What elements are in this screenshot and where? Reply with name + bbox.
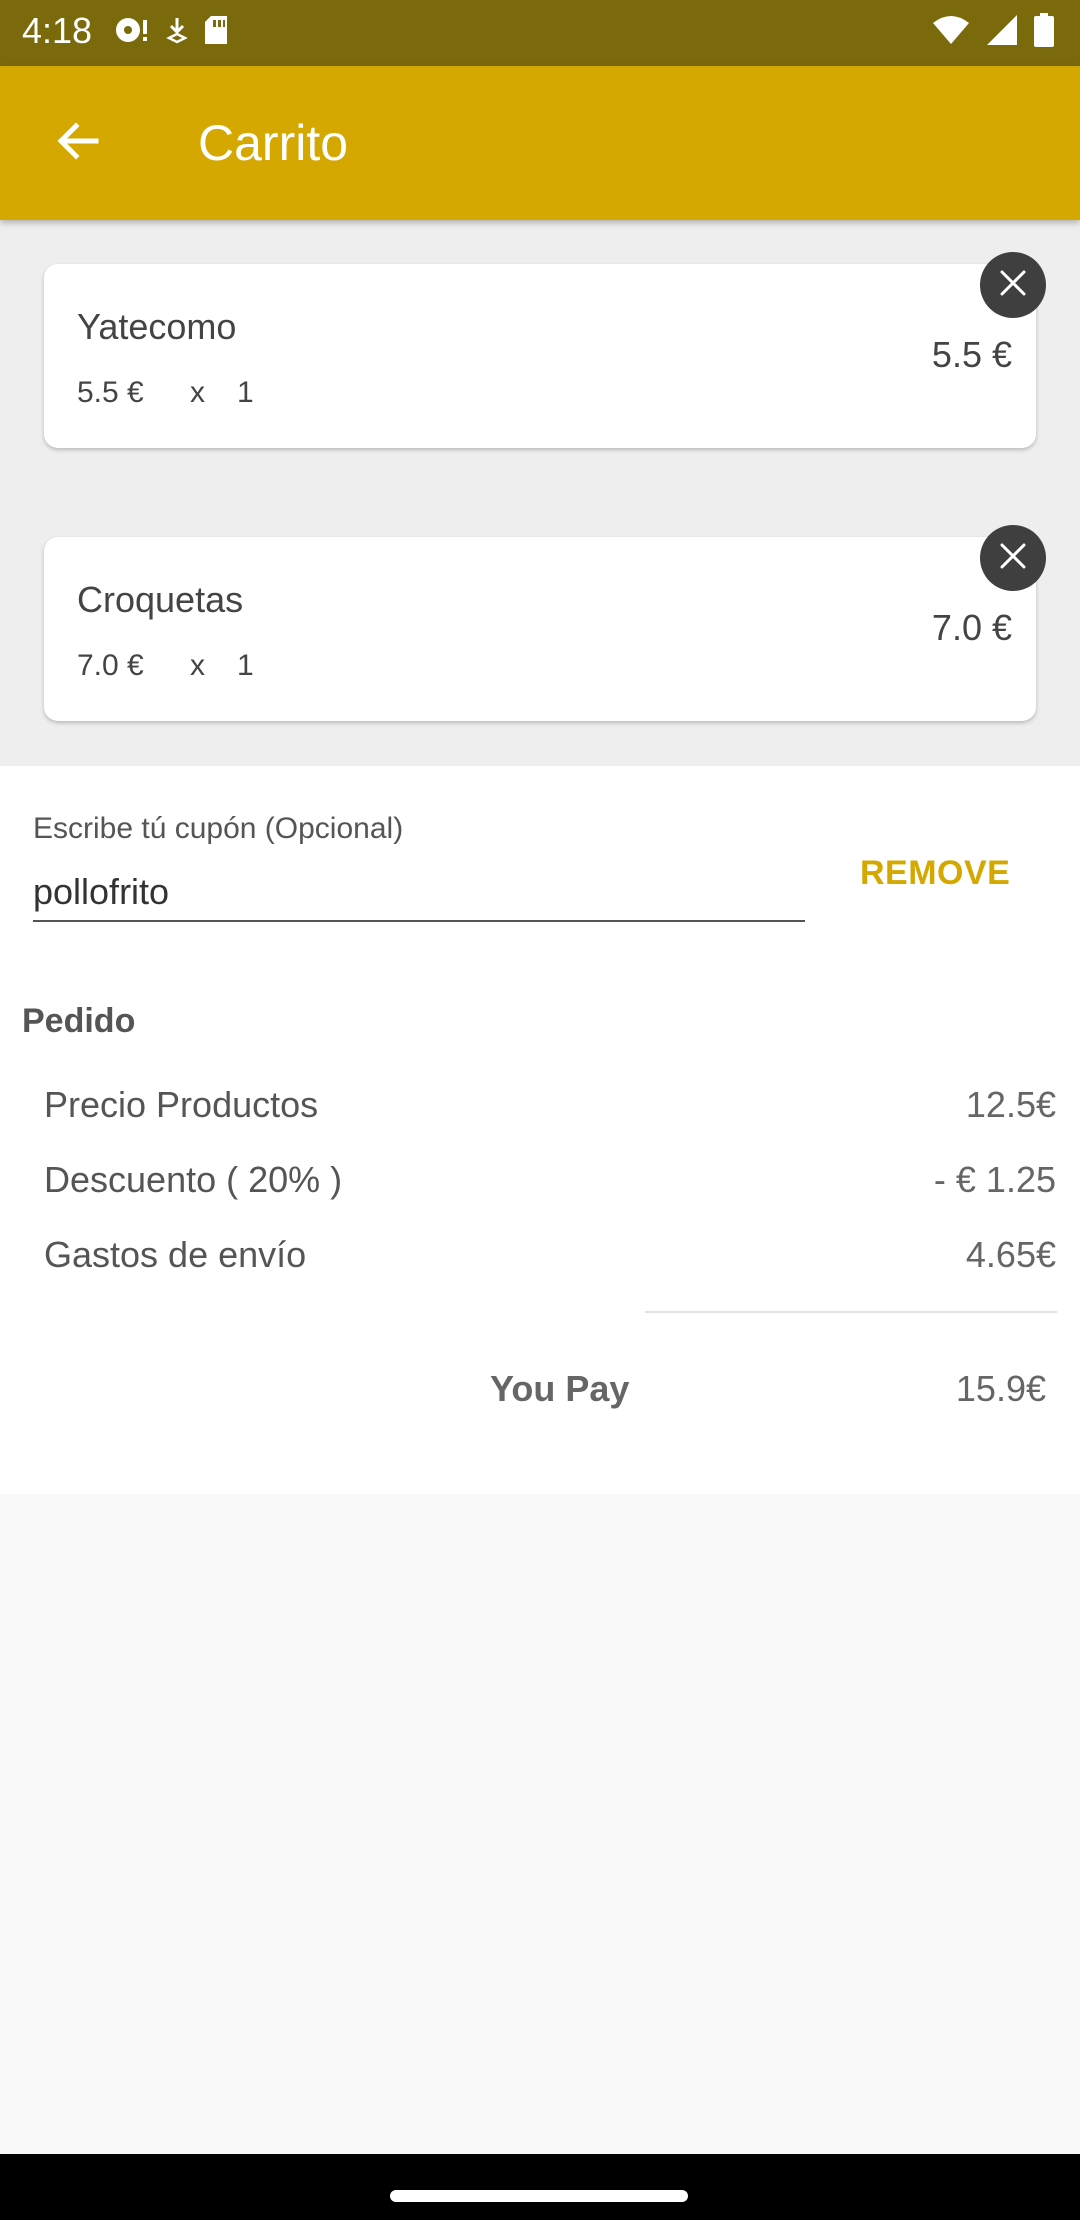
home-indicator[interactable] (390, 2190, 688, 2202)
remove-coupon-button[interactable]: REMOVE (860, 854, 1010, 893)
order-summary: Escribe tú cupón (Opcional) REMOVE Pedid… (0, 766, 1080, 1494)
close-icon (998, 268, 1028, 303)
close-icon (998, 541, 1028, 576)
shipping-value: 4.65€ (965, 1234, 1056, 1275)
wifi-icon (932, 15, 970, 50)
battery-icon (1034, 12, 1054, 52)
status-time: 4:18 (22, 10, 93, 51)
item-name: Yatecomo (77, 306, 237, 347)
app-bar: Carrito (0, 66, 1080, 220)
record-icon (114, 15, 152, 50)
item-multiply-sign: x (190, 649, 205, 682)
discount-label: Descuento ( 20% ) (44, 1159, 343, 1200)
item-unit-price: 5.5 € (77, 376, 144, 409)
arrow-left-icon (54, 117, 102, 170)
item-name: Croquetas (77, 579, 244, 620)
item-total-price: 7.0 € (931, 607, 1012, 648)
order-title: Pedido (22, 1002, 136, 1040)
divider (645, 1311, 1057, 1313)
back-button[interactable] (38, 103, 118, 183)
item-quantity: 1 (237, 649, 254, 682)
coupon-label: Escribe tú cupón (Opcional) (33, 812, 404, 845)
total-value: 15.9€ (955, 1368, 1046, 1409)
cart-list: Yatecomo 5.5 € x 1 5.5 € Croquetas 7.0 €… (0, 220, 1080, 766)
cart-item[interactable]: Croquetas 7.0 € x 1 7.0 € (44, 537, 1036, 721)
sd-card-icon (202, 14, 230, 51)
products-price-value: 12.5€ (965, 1084, 1056, 1125)
signal-icon (986, 14, 1018, 51)
status-bar: 4:18 (0, 0, 1080, 66)
navigation-bar (0, 2154, 1080, 2220)
item-unit-price: 7.0 € (77, 649, 144, 682)
shipping-label: Gastos de envío (44, 1234, 307, 1275)
status-right-icons (932, 12, 1054, 52)
remove-item-button[interactable] (980, 252, 1046, 318)
discount-value: - € 1.25 (933, 1159, 1056, 1200)
cart-item[interactable]: Yatecomo 5.5 € x 1 5.5 € (44, 264, 1036, 448)
status-left-icons (114, 14, 230, 50)
coupon-input[interactable] (33, 864, 805, 922)
products-price-label: Precio Productos (44, 1084, 319, 1125)
cart-screen: 4:18 Carrito Yatecomo 5.5 € x 1 5.5 € Cr… (0, 0, 1080, 2220)
remove-item-button[interactable] (980, 525, 1046, 591)
item-multiply-sign: x (190, 376, 205, 409)
total-label: You Pay (490, 1368, 630, 1409)
page-title: Carrito (198, 115, 349, 171)
item-total-price: 5.5 € (931, 334, 1012, 375)
download-icon (164, 15, 190, 50)
item-quantity: 1 (237, 376, 254, 409)
